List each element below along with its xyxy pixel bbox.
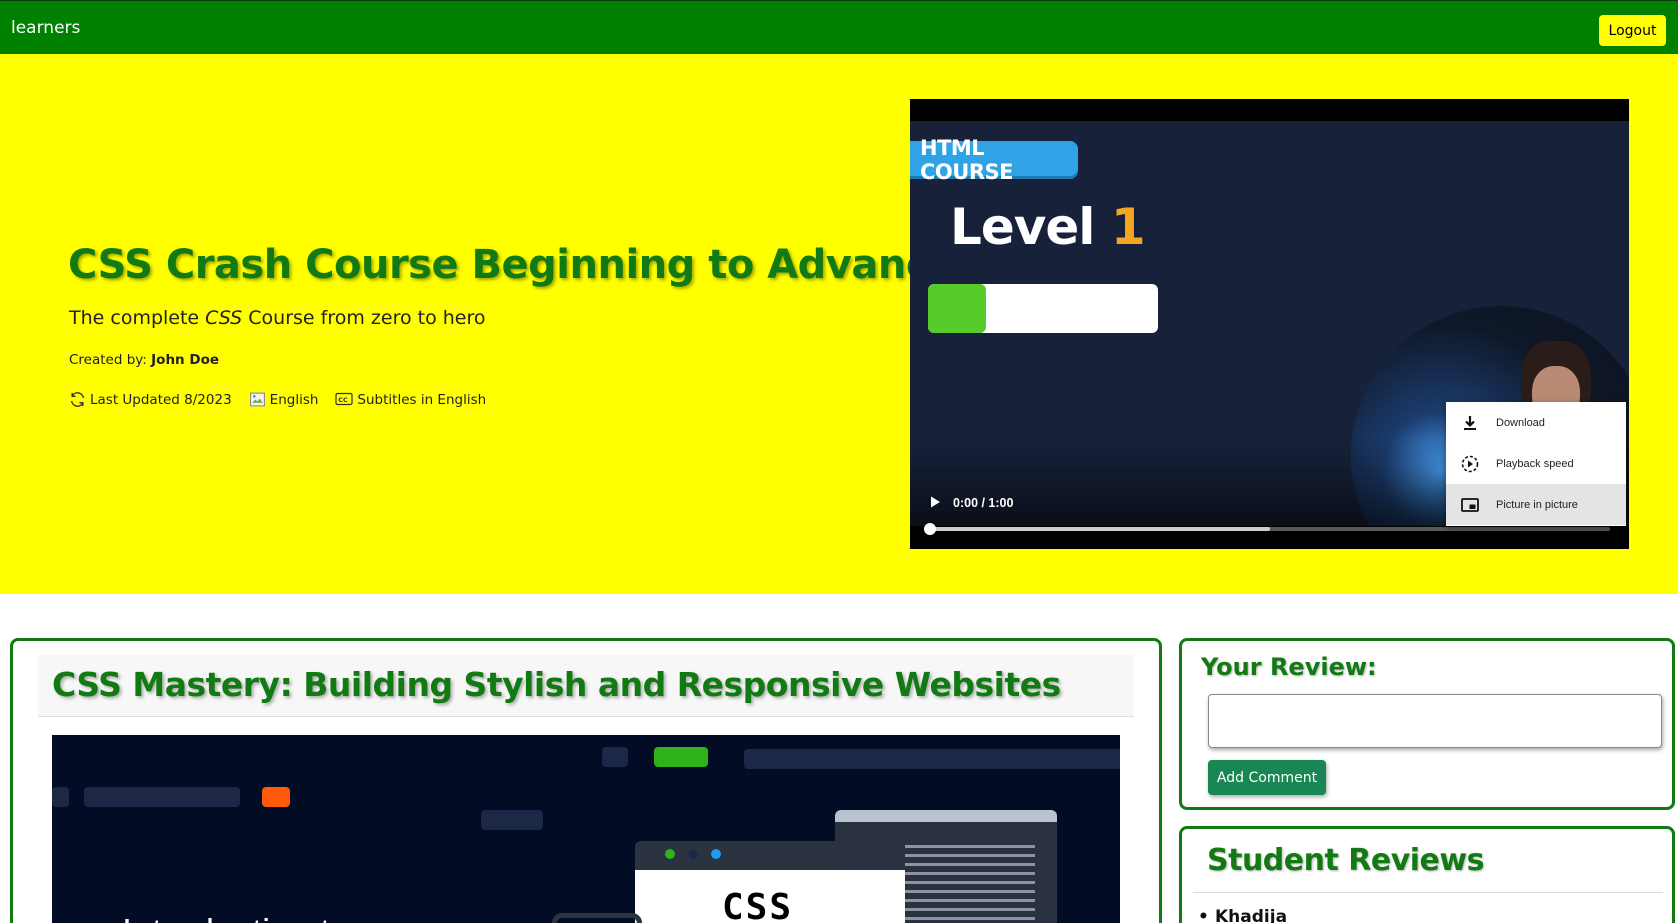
menu-item-label: Playback speed <box>1496 457 1574 470</box>
your-review-title: Your Review: <box>1201 653 1377 681</box>
subtitle-emphasis: CSS <box>205 307 243 329</box>
picture-in-picture-icon <box>1461 498 1479 512</box>
course-video-player[interactable]: HTML COURSE Level 1 0:00 / 1:00 Download… <box>910 99 1629 549</box>
student-reviews-header: Student Reviews <box>1193 835 1663 893</box>
menu-item-download[interactable]: Download <box>1446 402 1626 443</box>
video-progress-bar[interactable] <box>924 523 1610 535</box>
download-icon <box>1464 416 1476 430</box>
add-comment-button[interactable]: Add Comment <box>1208 760 1326 795</box>
level-progress-fill <box>928 284 986 333</box>
play-icon[interactable] <box>927 494 943 510</box>
subtitle-text-end: Course from zero to hero <box>242 307 486 329</box>
video-time: 0:00 / 1:00 <box>953 496 1014 510</box>
refresh-icon <box>70 392 85 407</box>
review-textarea[interactable] <box>1208 694 1662 748</box>
menu-item-picture-in-picture[interactable]: Picture in picture <box>1446 484 1626 525</box>
student-reviews-card: Student Reviews Khadija <box>1179 826 1675 923</box>
last-updated-text: Last Updated 8/2023 <box>90 391 232 408</box>
created-by-label: Created by: <box>69 352 147 368</box>
css-logo-text: CSS <box>722 887 794 923</box>
author-name: John Doe <box>151 352 219 368</box>
subtitles: CC Subtitles in English <box>335 392 486 408</box>
playback-speed-icon <box>1461 455 1479 473</box>
broken-image-icon <box>249 392 265 407</box>
course-thumbnail[interactable]: CSS Introduction to <box>52 735 1120 923</box>
level-number: 1 <box>1110 198 1146 256</box>
student-reviews-title: Student Reviews <box>1207 843 1484 878</box>
course-card-title: CSS Mastery: Building Stylish and Respon… <box>52 665 1061 704</box>
top-navbar: learners Logout <box>0 0 1678 54</box>
svg-text:CC: CC <box>339 396 349 404</box>
menu-item-playback-speed[interactable]: Playback speed <box>1446 443 1626 484</box>
video-buffered-bar <box>930 527 1270 531</box>
your-review-card: Your Review: Add Comment <box>1179 638 1675 810</box>
level-word: Level <box>950 198 1095 256</box>
course-title: CSS Crash Course Beginning to Advance <box>68 242 956 288</box>
brand-logo-text[interactable]: learners <box>11 18 80 38</box>
list-item: Khadija <box>1198 907 1287 923</box>
menu-item-label: Picture in picture <box>1496 498 1578 511</box>
course-hero: CSS Crash Course Beginning to Advance Th… <box>0 54 1678 594</box>
logout-button[interactable]: Logout <box>1599 15 1666 46</box>
video-options-menu: Download Playback speed Picture in pictu… <box>1446 402 1626 526</box>
video-progress-thumb[interactable] <box>924 523 936 535</box>
subtitles-text: Subtitles in English <box>357 391 487 408</box>
level-progress-bar <box>928 284 1158 333</box>
subtitle-text-start: The complete <box>69 307 206 329</box>
language-text: English <box>269 391 319 408</box>
menu-item-label: Download <box>1496 416 1545 429</box>
course-card-header: CSS Mastery: Building Stylish and Respon… <box>38 655 1134 717</box>
last-updated: Last Updated 8/2023 <box>69 391 232 408</box>
thumbnail-heading: Introduction to <box>122 911 350 923</box>
created-by: Created by: John Doe <box>69 352 219 368</box>
level-heading: Level 1 <box>950 198 1146 256</box>
closed-captions-icon: CC <box>335 392 354 406</box>
course-meta: Last Updated 8/2023 English CC Subtitles… <box>69 391 503 408</box>
html-course-tag: HTML COURSE <box>910 136 1078 184</box>
course-subtitle: The complete CSS Course from zero to her… <box>69 307 486 329</box>
language: English <box>249 391 319 408</box>
course-card: CSS Mastery: Building Stylish and Respon… <box>10 638 1162 923</box>
